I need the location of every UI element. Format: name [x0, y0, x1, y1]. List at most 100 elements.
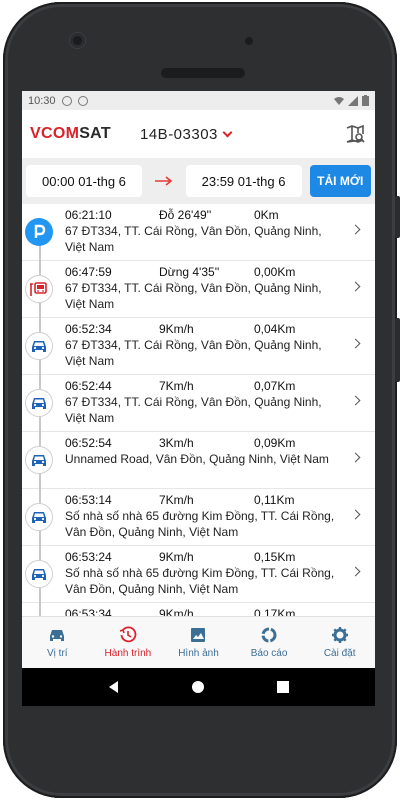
- car-icon: [25, 560, 53, 588]
- trip-distance: 0,11Km: [254, 493, 295, 507]
- nav-label: Hình ảnh: [178, 648, 219, 659]
- nav-label: Cài đặt: [323, 648, 356, 659]
- trip-address: 67 ĐT334, TT. Cái Rồng, Vân Đồn, Quảng N…: [65, 338, 322, 368]
- bottom-navigation: Vị trí Hành trình Hình ảnh Báo cáo Cài đ…: [22, 616, 375, 668]
- trip-distance: 0,04Km: [254, 322, 296, 336]
- trip-time: 06:53:14: [65, 493, 112, 507]
- car-icon: [25, 446, 53, 474]
- wifi-icon: [334, 96, 344, 105]
- front-camera: [70, 33, 85, 48]
- trip-distance: 0Km: [254, 208, 279, 222]
- trip-row[interactable]: 06:53:24 9Km/h 0,15Km Số nhà số nhà 65 đườn…: [22, 546, 375, 603]
- chevron-right-icon: [350, 395, 361, 406]
- trip-time: 06:52:34: [65, 322, 112, 336]
- trip-row[interactable]: 06:52:44 7Km/h 0,07Km 67 ĐT334, TT. Cái Rồn…: [22, 375, 375, 432]
- trip-time: 06:52:44: [65, 379, 112, 393]
- trip-status: 3Km/h: [159, 436, 194, 450]
- battery-icon: [362, 95, 369, 106]
- reload-button[interactable]: TẢI MỚI: [309, 165, 371, 197]
- nav-label: Hành trình: [104, 648, 152, 659]
- map-search-icon[interactable]: [345, 124, 365, 144]
- report-icon: [261, 627, 277, 643]
- app-header: VCOMSAT 14B-03303: [22, 110, 375, 158]
- chevron-right-icon: [350, 338, 361, 349]
- trip-row[interactable]: 06:47:59 Dừng 4'35'' 0,00Km 67 ĐT334, TT. C…: [22, 261, 375, 318]
- status-sync-icon: [77, 95, 88, 106]
- trip-status: Đỗ 26'49'': [159, 208, 212, 222]
- trip-list[interactable]: 06:21:10 Đỗ 26'49'' 0Km 67 ĐT334, TT. Cái R…: [22, 204, 375, 616]
- chevron-right-icon: [350, 452, 361, 463]
- nav-label: Báo cáo: [250, 648, 288, 659]
- earpiece-speaker: [161, 68, 245, 78]
- vehicle-selector[interactable]: 14B-03303: [140, 125, 233, 143]
- car-icon: [25, 503, 53, 531]
- trip-address: 67 ĐT334, TT. Cái Rồng, Vân Đồn, Quảng N…: [65, 224, 322, 254]
- trip-row[interactable]: 06:53:34 9Km/h 0,17Km: [22, 603, 375, 616]
- recents-icon[interactable]: [276, 680, 290, 694]
- home-icon[interactable]: [191, 680, 205, 694]
- vehicle-plate: 14B-03303: [140, 125, 218, 143]
- trip-status: 7Km/h: [159, 493, 194, 507]
- nav-hinh-anh[interactable]: Hình ảnh: [163, 617, 234, 668]
- signal-icon: [348, 95, 358, 106]
- time-range-bar: 00:00 01-thg 6 23:59 01-thg 6 TẢI MỚI: [22, 158, 375, 204]
- chevron-right-icon: [350, 281, 361, 292]
- car-icon: [25, 332, 53, 360]
- trip-address: 67 ĐT334, TT. Cái Rồng, Vân Đồn, Quảng N…: [65, 281, 322, 311]
- trip-row[interactable]: 06:21:10 Đỗ 26'49'' 0Km 67 ĐT334, TT. Cái R…: [22, 204, 375, 261]
- chevron-right-icon: [350, 509, 361, 520]
- history-icon: [119, 626, 137, 643]
- nav-vi-tri[interactable]: Vị trí: [22, 617, 93, 668]
- trip-status: 9Km/h: [159, 322, 194, 336]
- trip-address: Unnamed Road, Vân Đồn, Quảng Ninh, Việt …: [65, 452, 329, 466]
- power-button: [395, 318, 400, 382]
- logo-text-vcom: VCOM: [30, 125, 80, 142]
- image-icon: [191, 628, 206, 642]
- trip-distance: 0,15Km: [254, 550, 296, 564]
- trip-distance: 0,00Km: [254, 265, 296, 279]
- trip-address: Số nhà số nhà 65 đường Kim Đồng, TT. Cái…: [65, 566, 335, 596]
- trip-time: 06:53:24: [65, 550, 112, 564]
- timeline-line: [39, 603, 41, 616]
- trip-status: Dừng 4'35'': [159, 265, 220, 279]
- nav-bao-cao[interactable]: Báo cáo: [234, 617, 305, 668]
- gear-icon: [331, 627, 348, 643]
- trip-row[interactable]: 06:52:34 9Km/h 0,04Km 67 ĐT334, TT. Cái Rồn…: [22, 318, 375, 375]
- car-icon: [50, 630, 65, 641]
- trip-status: 9Km/h: [159, 607, 194, 616]
- back-icon[interactable]: [107, 680, 121, 694]
- arrow-right-icon: [142, 176, 186, 186]
- trip-status: 9Km/h: [159, 550, 194, 564]
- status-bar: 10:30: [22, 91, 375, 110]
- trip-distance: 0,17Km: [254, 607, 296, 616]
- parking-icon: [25, 218, 53, 246]
- logo-text-sat: SAT: [79, 125, 111, 142]
- trip-time: 06:53:34: [65, 607, 112, 616]
- trip-time: 06:47:59: [65, 265, 112, 279]
- end-time-field[interactable]: 23:59 01-thg 6: [185, 165, 302, 197]
- status-notification-icon: [61, 95, 72, 106]
- trip-row[interactable]: 06:52:54 3Km/h 0,09Km Unnamed Road, Vân Đồn…: [22, 432, 375, 489]
- trip-time: 06:52:54: [65, 436, 112, 450]
- trip-address: Số nhà số nhà 65 đường Kim Đồng, TT. Cái…: [65, 509, 335, 539]
- bus-stop-icon: [25, 275, 53, 303]
- chevron-down-icon: [222, 127, 233, 137]
- system-navigation-bar: [22, 668, 375, 706]
- start-time-field[interactable]: 00:00 01-thg 6: [26, 165, 142, 197]
- app-screen: 10:30 VCOMSAT 14B-03303 00:00 01-thg 6 2…: [22, 91, 375, 706]
- trip-status: 7Km/h: [159, 379, 194, 393]
- trip-row[interactable]: 06:53:14 7Km/h 0,11Km Số nhà số nhà 65 đườn…: [22, 489, 375, 546]
- nav-cai-dat[interactable]: Cài đặt: [304, 617, 375, 668]
- nav-hanh-trinh[interactable]: Hành trình: [93, 617, 164, 668]
- trip-address: 67 ĐT334, TT. Cái Rồng, Vân Đồn, Quảng N…: [65, 395, 322, 425]
- status-time: 10:30: [28, 94, 56, 107]
- volume-button: [395, 196, 400, 238]
- chevron-right-icon: [350, 224, 361, 235]
- trip-distance: 0,07Km: [254, 379, 296, 393]
- vcomsat-logo: VCOMSAT: [30, 125, 140, 143]
- proximity-sensor: [245, 37, 253, 45]
- car-icon: [25, 389, 53, 417]
- nav-label: Vị trí: [47, 648, 68, 659]
- trip-distance: 0,09Km: [254, 436, 296, 450]
- trip-time: 06:21:10: [65, 208, 112, 222]
